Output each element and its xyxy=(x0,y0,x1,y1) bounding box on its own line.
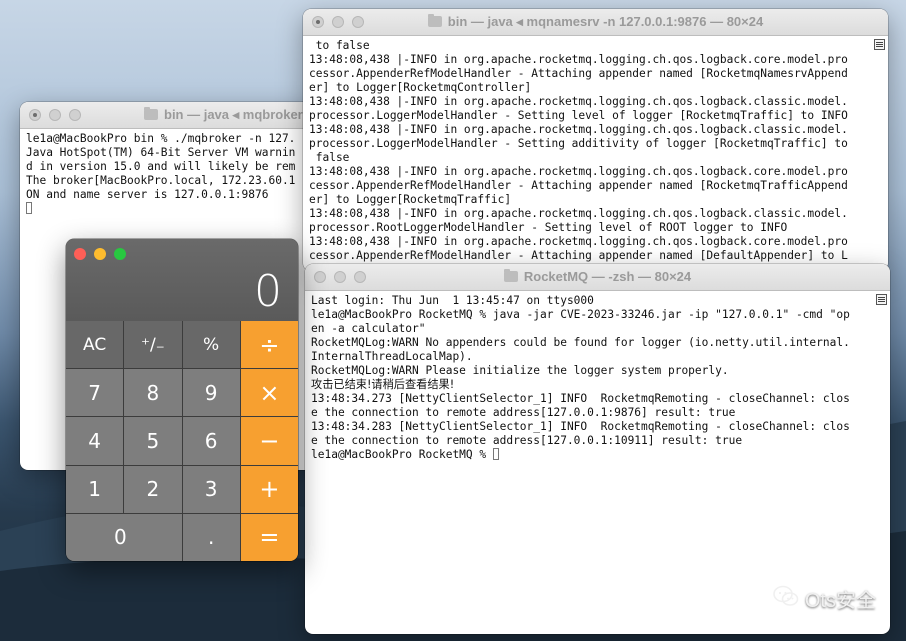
terminal-line: en -a calculator" xyxy=(311,322,426,335)
terminal-line: 13:48:34.283 [NettyClientSelector_1] INF… xyxy=(311,420,850,433)
window-title: bin — java ◂ mqbroker xyxy=(20,102,320,128)
titlebar[interactable]: bin — java ◂ mqnamesrv -n 127.0.0.1:9876… xyxy=(303,9,888,36)
watermark: Ots安全 xyxy=(773,584,876,613)
digit-9-button[interactable]: 9 xyxy=(182,369,240,417)
digit-7-button[interactable]: 7 xyxy=(66,369,124,417)
terminal-line: processor.LoggerModelHandler - Setting l… xyxy=(309,109,848,122)
terminal-line: 13:48:08,438 |-INFO in org.apache.rocket… xyxy=(309,165,848,178)
scroll-marks-icon[interactable] xyxy=(874,39,885,50)
terminal-line: le1a@MacBookPro bin % ./mqbroker -n 127. xyxy=(26,132,296,145)
window-title: RocketMQ — -zsh — 80×24 xyxy=(305,264,890,290)
terminal-line: d in version 15.0 and will likely be rem xyxy=(26,160,296,173)
equals-button[interactable]: = xyxy=(240,513,298,561)
calculator-display: 0 xyxy=(66,239,298,321)
titlebar[interactable]: RocketMQ — -zsh — 80×24 xyxy=(305,264,890,291)
terminal-output[interactable]: Last login: Thu Jun 1 13:45:47 on ttys00… xyxy=(305,291,890,462)
terminal-line: er] to Logger[RocketmqTraffic] xyxy=(309,193,512,206)
digit-1-button[interactable]: 1 xyxy=(66,465,124,513)
calculator-keypad: AC ⁺∕₋ % ÷ 7 8 9 × 4 5 6 − 1 2 3 + 0 . = xyxy=(66,321,298,561)
wechat-icon xyxy=(773,585,799,613)
terminal-output[interactable]: le1a@MacBookPro bin % ./mqbroker -n 127.… xyxy=(20,129,320,216)
scroll-marks-icon[interactable] xyxy=(876,294,887,305)
terminal-line: InternalThreadLocalMap). xyxy=(311,350,473,363)
digit-6-button[interactable]: 6 xyxy=(182,417,240,465)
terminal-line: The broker[MacBookPro.local, 172.23.60.1 xyxy=(26,174,296,187)
calculator-window[interactable]: 0 AC ⁺∕₋ % ÷ 7 8 9 × 4 5 6 − 1 2 3 + 0 .… xyxy=(66,239,298,561)
watermark-text: Ots安全 xyxy=(804,590,876,612)
terminal-output[interactable]: to false 13:48:08,438 |-INFO in org.apac… xyxy=(303,36,888,263)
window-title: bin — java ◂ mqnamesrv -n 127.0.0.1:9876… xyxy=(303,9,888,35)
terminal-line: 13:48:34.273 [NettyClientSelector_1] INF… xyxy=(311,392,850,405)
add-button[interactable]: + xyxy=(240,465,298,513)
terminal-line: 13:48:08,438 |-INFO in org.apache.rocket… xyxy=(309,95,848,108)
terminal-line: le1a@MacBookPro RocketMQ % java -jar CVE… xyxy=(311,308,850,321)
terminal-prompt: le1a@MacBookPro RocketMQ % xyxy=(311,448,493,461)
digit-8-button[interactable]: 8 xyxy=(124,369,182,417)
terminal-line: cessor.AppenderRefModelHandler - Attachi… xyxy=(309,249,848,262)
terminal-line: Java HotSpot(TM) 64-Bit Server VM warnin xyxy=(26,146,296,159)
terminal-line: false xyxy=(309,151,350,164)
terminal-line: cessor.AppenderRefModelHandler - Attachi… xyxy=(309,67,848,80)
terminal-line: cessor.AppenderRefModelHandler - Attachi… xyxy=(309,179,848,192)
divide-button[interactable]: ÷ xyxy=(240,321,298,369)
digit-0-button[interactable]: 0 xyxy=(66,513,182,561)
calculator-value: 0 xyxy=(254,266,282,317)
terminal-line: 13:48:08,438 |-INFO in org.apache.rocket… xyxy=(309,235,848,248)
terminal-line: er] to Logger[RocketmqController] xyxy=(309,81,532,94)
folder-icon xyxy=(503,269,518,282)
terminal-line: Last login: Thu Jun 1 13:45:47 on ttys00… xyxy=(311,294,594,307)
terminal-line: 13:48:08,438 |-INFO in org.apache.rocket… xyxy=(309,123,848,136)
terminal-cursor xyxy=(26,202,32,214)
terminal-line: 13:48:08,438 |-INFO in org.apache.rocket… xyxy=(309,53,848,66)
terminal-window-rocketmq[interactable]: RocketMQ — -zsh — 80×24 Last login: Thu … xyxy=(305,264,890,634)
terminal-line: to false xyxy=(309,39,370,52)
folder-icon xyxy=(144,107,158,120)
digit-3-button[interactable]: 3 xyxy=(182,465,240,513)
folder-icon xyxy=(427,14,442,27)
terminal-line: processor.LoggerModelHandler - Setting a… xyxy=(309,137,848,150)
terminal-window-namesrv[interactable]: bin — java ◂ mqnamesrv -n 127.0.0.1:9876… xyxy=(303,9,888,271)
terminal-cursor xyxy=(492,448,499,460)
terminal-line: e the connection to remote address[127.0… xyxy=(311,406,736,419)
terminal-line: ON and name server is 127.0.0.1:9876 xyxy=(26,188,269,201)
terminal-line: processor.RootLoggerModelHandler - Setti… xyxy=(309,221,788,234)
terminal-line: RocketMQLog:WARN No appenders could be f… xyxy=(311,336,850,349)
subtract-button[interactable]: − xyxy=(240,417,298,465)
percent-button[interactable]: % xyxy=(182,321,240,369)
decimal-button[interactable]: . xyxy=(182,513,240,561)
terminal-line: 攻击已结束!请稍后查看结果! xyxy=(311,378,455,391)
terminal-line: e the connection to remote address[127.0… xyxy=(311,434,743,447)
titlebar[interactable]: bin — java ◂ mqbroker xyxy=(20,102,320,129)
digit-2-button[interactable]: 2 xyxy=(124,465,182,513)
terminal-line: 13:48:08,438 |-INFO in org.apache.rocket… xyxy=(309,207,848,220)
clear-button[interactable]: AC xyxy=(66,321,124,369)
multiply-button[interactable]: × xyxy=(240,369,298,417)
minimize-button[interactable] xyxy=(94,248,106,260)
digit-4-button[interactable]: 4 xyxy=(66,417,124,465)
close-button[interactable] xyxy=(74,248,86,260)
zoom-button[interactable] xyxy=(114,248,126,260)
sign-toggle-button[interactable]: ⁺∕₋ xyxy=(124,321,182,369)
digit-5-button[interactable]: 5 xyxy=(124,417,182,465)
terminal-line: RocketMQLog:WARN Please initialize the l… xyxy=(311,364,729,377)
